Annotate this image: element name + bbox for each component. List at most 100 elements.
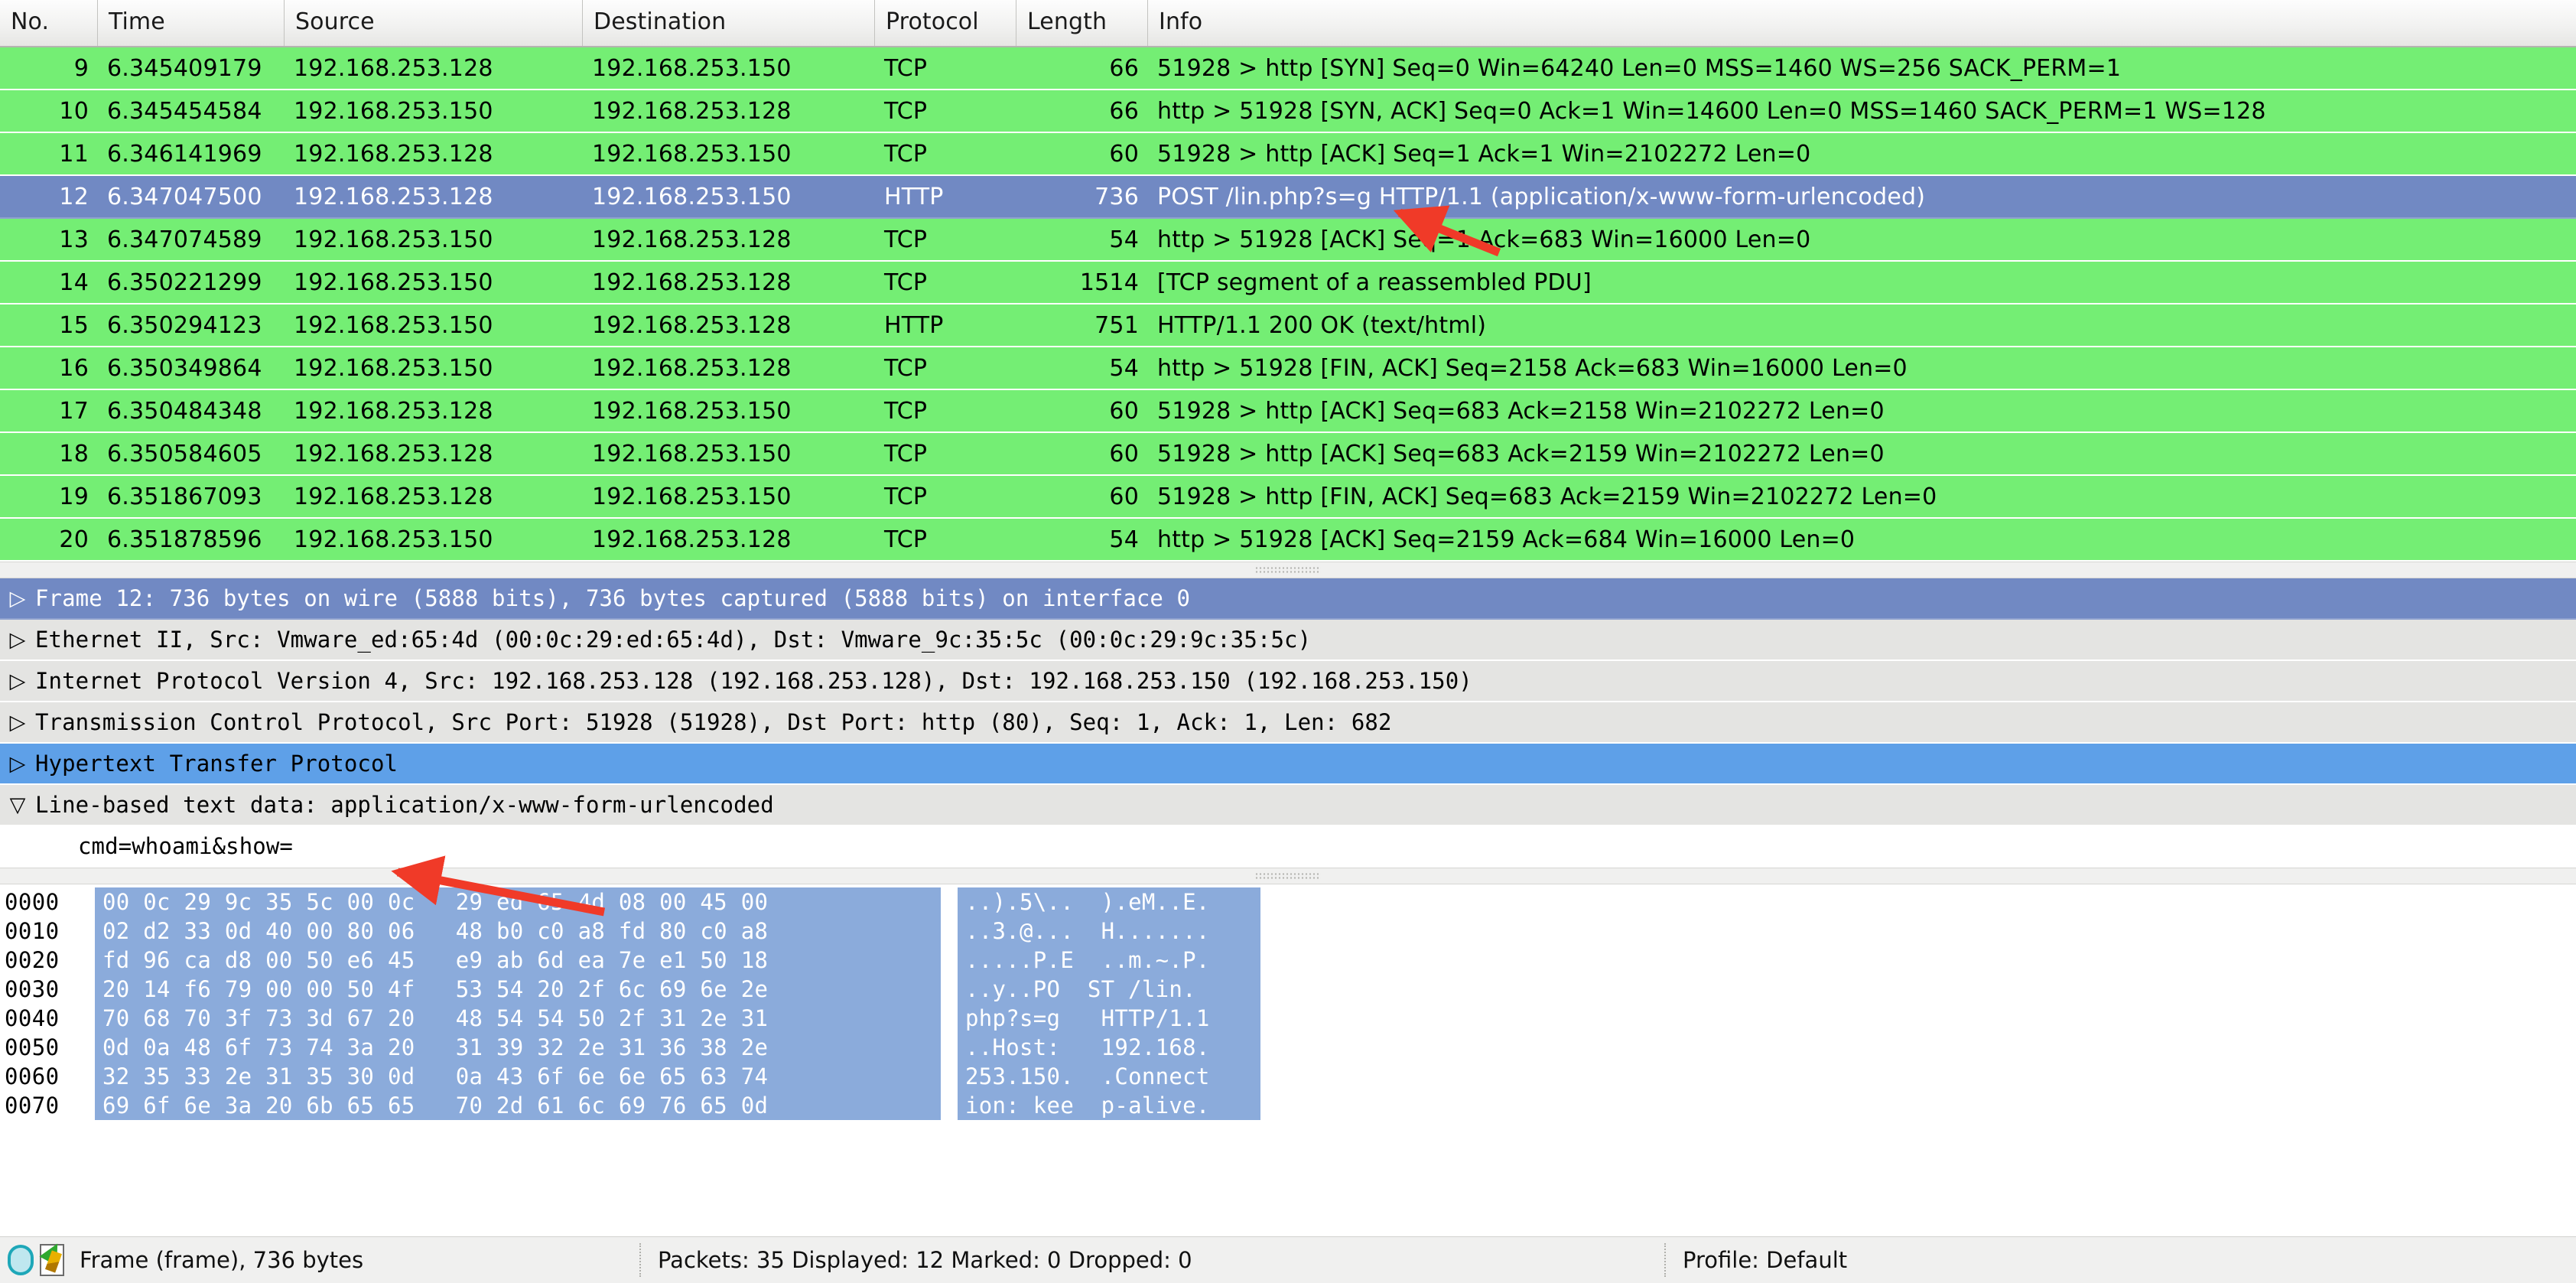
packet-info: http > 51928 [SYN, ACK] Seq=0 Ack=1 Win=… [1157,97,2266,125]
hex-row[interactable]: 0020 fd 96 ca d8 00 50 e6 45 e9 ab 6d ea… [0,946,2576,975]
hex-bytes: 20 14 f6 79 00 00 50 4f 53 54 20 2f 6c 6… [95,975,941,1004]
packet-time: 6.351878596 [107,526,262,553]
detail-row-label: cmd=whoami&show= [78,833,293,859]
packet-row[interactable]: 15 6.350294123 192.168.253.150 192.168.2… [0,304,2576,347]
capture-status-icon[interactable] [8,1245,34,1275]
packet-info: HTTP/1.1 200 OK (text/html) [1157,311,1487,339]
packet-length: 60 [1109,140,1139,168]
hex-row[interactable]: 0050 0d 0a 48 6f 73 74 3a 20 31 39 32 2e… [0,1033,2576,1062]
packet-source: 192.168.253.128 [294,483,493,510]
column-header-length[interactable]: Length [1016,0,1148,46]
hex-row[interactable]: 0040 70 68 70 3f 73 3d 67 20 48 54 54 50… [0,1004,2576,1033]
hex-bytes: fd 96 ca d8 00 50 e6 45 e9 ab 6d ea 7e e… [95,946,941,975]
column-header-destination[interactable]: Destination [583,0,875,46]
hex-offset: 0030 [5,976,60,1002]
detail-row-tcp[interactable]: ▷ Transmission Control Protocol, Src Por… [0,702,2576,744]
hex-offset: 0050 [5,1034,60,1060]
expand-triangle-icon[interactable]: ▷ [0,671,35,692]
packet-bytes-pane[interactable]: 0000 00 0c 29 9c 35 5c 00 0c 29 ed 65 4d… [0,884,2576,1236]
packet-length: 66 [1109,54,1139,82]
detail-row-ethernet[interactable]: ▷ Ethernet II, Src: Vmware_ed:65:4d (00:… [0,620,2576,661]
packet-info: http > 51928 [ACK] Seq=1 Ack=683 Win=160… [1157,226,1811,253]
detail-row-post-data[interactable]: cmd=whoami&show= [0,826,2576,868]
detail-row-label: Line-based text data: application/x-www-… [35,792,774,818]
packet-row[interactable]: 18 6.350584605 192.168.253.128 192.168.2… [0,433,2576,476]
packet-length: 54 [1109,526,1139,553]
status-bar-icons [0,1244,73,1276]
detail-row-label: Frame 12: 736 bytes on wire (5888 bits),… [35,585,1191,611]
column-header-source[interactable]: Source [285,0,583,46]
detail-row-frame[interactable]: ▷ Frame 12: 736 bytes on wire (5888 bits… [0,578,2576,620]
packet-no: 18 [59,440,89,467]
packet-time: 6.345454584 [107,97,262,125]
packet-time: 6.350294123 [107,311,262,339]
hex-offset: 0000 [5,889,60,915]
column-header-info[interactable]: Info [1148,0,2576,46]
column-header-time[interactable]: Time [98,0,285,46]
hex-row[interactable]: 0070 69 6f 6e 3a 20 6b 65 65 70 2d 61 6c… [0,1091,2576,1120]
packet-info: 51928 > http [ACK] Seq=1 Ack=1 Win=21022… [1157,140,1811,168]
packet-list-pane[interactable]: No. Time Source Destination Protocol Len… [0,0,2576,562]
pane-splitter-list-detail[interactable] [0,562,2576,578]
expand-triangle-icon[interactable]: ▷ [0,630,35,650]
hex-ascii: php?s=g HTTP/1.1 [958,1004,1260,1033]
hex-offset: 0040 [5,1005,60,1031]
packet-source: 192.168.253.128 [294,183,493,210]
packet-no: 12 [59,183,89,210]
expand-triangle-icon[interactable]: ▷ [0,588,35,609]
pane-splitter-detail-bytes[interactable] [0,868,2576,884]
packet-protocol: TCP [884,54,928,82]
packet-info: [TCP segment of a reassembled PDU] [1157,269,1592,296]
packet-no: 11 [59,140,89,168]
packet-time: 6.350584605 [107,440,262,467]
hex-offset: 0010 [5,918,60,944]
packet-time: 6.350221299 [107,269,262,296]
packet-detail-pane[interactable]: ▷ Frame 12: 736 bytes on wire (5888 bits… [0,578,2576,868]
packet-row[interactable]: 10 6.345454584 192.168.253.150 192.168.2… [0,90,2576,133]
packet-row[interactable]: 20 6.351878596 192.168.253.150 192.168.2… [0,519,2576,562]
packet-row-selected[interactable]: 12 6.347047500 192.168.253.128 192.168.2… [0,176,2576,219]
packet-row[interactable]: 17 6.350484348 192.168.253.128 192.168.2… [0,390,2576,433]
hex-ascii: ..y..PO ST /lin. [958,975,1260,1004]
detail-row-ipv4[interactable]: ▷ Internet Protocol Version 4, Src: 192.… [0,661,2576,702]
packet-row[interactable]: 13 6.347074589 192.168.253.150 192.168.2… [0,219,2576,262]
capture-file-properties-icon[interactable] [40,1244,64,1276]
packet-row[interactable]: 14 6.350221299 192.168.253.150 192.168.2… [0,262,2576,304]
packet-protocol: TCP [884,97,928,125]
packet-row[interactable]: 9 6.345409179 192.168.253.128 192.168.25… [0,47,2576,90]
packet-no: 14 [59,269,89,296]
hex-row[interactable]: 0030 20 14 f6 79 00 00 50 4f 53 54 20 2f… [0,975,2576,1004]
hex-row[interactable]: 0060 32 35 33 2e 31 35 30 0d 0a 43 6f 6e… [0,1062,2576,1091]
packet-protocol: TCP [884,354,928,382]
packet-info: http > 51928 [FIN, ACK] Seq=2158 Ack=683… [1157,354,1908,382]
hex-row[interactable]: 0000 00 0c 29 9c 35 5c 00 0c 29 ed 65 4d… [0,887,2576,917]
detail-row-line-based-text-data[interactable]: ▽ Line-based text data: application/x-ww… [0,785,2576,826]
hex-ascii: .....P.E ..m.~.P. [958,946,1260,975]
detail-row-label: Ethernet II, Src: Vmware_ed:65:4d (00:0c… [35,627,1312,653]
expand-triangle-icon[interactable]: ▷ [0,712,35,733]
packet-length: 60 [1109,397,1139,425]
packet-no: 16 [59,354,89,382]
collapse-triangle-icon[interactable]: ▽ [0,795,35,816]
splitter-grip-icon [1255,872,1321,880]
expand-triangle-icon[interactable]: ▷ [0,754,35,774]
packet-row[interactable]: 19 6.351867093 192.168.253.128 192.168.2… [0,476,2576,519]
status-packet-counts: Packets: 35 Displayed: 12 Marked: 0 Drop… [639,1243,1664,1277]
packet-protocol: TCP [884,140,928,168]
packet-source: 192.168.253.128 [294,140,493,168]
packet-row[interactable]: 11 6.346141969 192.168.253.128 192.168.2… [0,133,2576,176]
packet-source: 192.168.253.128 [294,54,493,82]
packet-list-column-headers[interactable]: No. Time Source Destination Protocol Len… [0,0,2576,47]
packet-info: 51928 > http [ACK] Seq=683 Ack=2158 Win=… [1157,397,1885,425]
hex-row[interactable]: 0010 02 d2 33 0d 40 00 80 06 48 b0 c0 a8… [0,917,2576,946]
packet-no: 9 [73,54,89,82]
packet-time: 6.350484348 [107,397,262,425]
column-header-protocol[interactable]: Protocol [875,0,1016,46]
hex-bytes: 00 0c 29 9c 35 5c 00 0c 29 ed 65 4d 08 0… [95,887,941,917]
column-header-no[interactable]: No. [0,0,98,46]
hex-offset: 0070 [5,1093,60,1119]
packet-time: 6.345409179 [107,54,262,82]
packet-no: 15 [59,311,89,339]
detail-row-http[interactable]: ▷ Hypertext Transfer Protocol [0,744,2576,785]
packet-row[interactable]: 16 6.350349864 192.168.253.150 192.168.2… [0,347,2576,390]
